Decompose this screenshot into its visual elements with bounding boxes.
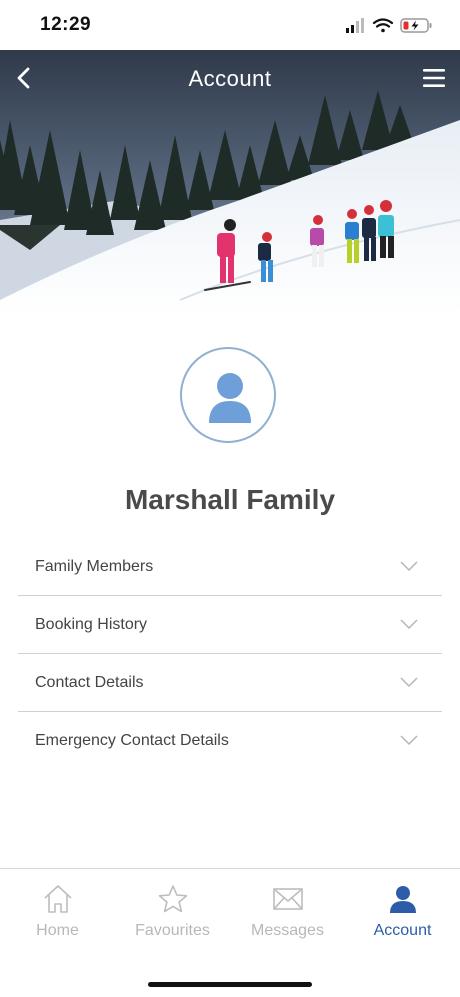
- person-icon: [209, 373, 251, 423]
- section-emergency-contact-details[interactable]: Emergency Contact Details: [18, 712, 442, 769]
- section-label: Family Members: [35, 558, 154, 575]
- star-icon: [158, 885, 188, 913]
- status-icons: [346, 18, 432, 33]
- family-name: Marshall Family: [124, 484, 336, 515]
- avatar[interactable]: [180, 347, 276, 443]
- tab-label: Messages: [251, 922, 324, 939]
- page-title: Account: [188, 66, 272, 91]
- account-sections: Family Members Booking History Contact D…: [18, 538, 442, 769]
- back-arrow-icon[interactable]: [12, 64, 38, 92]
- tab-label: Home: [36, 922, 79, 939]
- tab-account[interactable]: Account: [345, 869, 460, 959]
- section-label: Emergency Contact Details: [35, 732, 229, 749]
- section-label: Contact Details: [35, 674, 144, 691]
- tab-home[interactable]: Home: [0, 869, 115, 959]
- battery-icon: [400, 18, 432, 33]
- tab-label: Favourites: [135, 922, 210, 939]
- tab-bar: Home Favourites Messages Account: [0, 868, 460, 997]
- wifi-icon: [372, 18, 394, 33]
- status-bar: 12:29: [0, 0, 460, 50]
- tab-favourites[interactable]: Favourites: [115, 869, 230, 959]
- hamburger-menu-icon[interactable]: [422, 66, 446, 90]
- home-icon: [44, 885, 72, 913]
- tab-messages[interactable]: Messages: [230, 869, 345, 959]
- tab-label: Account: [373, 922, 432, 939]
- chevron-down-icon: [400, 619, 418, 630]
- signal-icon: [346, 18, 364, 33]
- status-time: 12:29: [40, 14, 92, 35]
- section-contact-details[interactable]: Contact Details: [18, 654, 442, 712]
- person-icon: [390, 886, 416, 913]
- section-label: Booking History: [35, 616, 148, 633]
- chevron-down-icon: [400, 735, 418, 746]
- section-family-members[interactable]: Family Members: [18, 538, 442, 596]
- chevron-down-icon: [400, 677, 418, 688]
- chevron-down-icon: [400, 561, 418, 572]
- envelope-icon: [273, 888, 303, 910]
- home-indicator: [148, 982, 312, 987]
- section-booking-history[interactable]: Booking History: [18, 596, 442, 654]
